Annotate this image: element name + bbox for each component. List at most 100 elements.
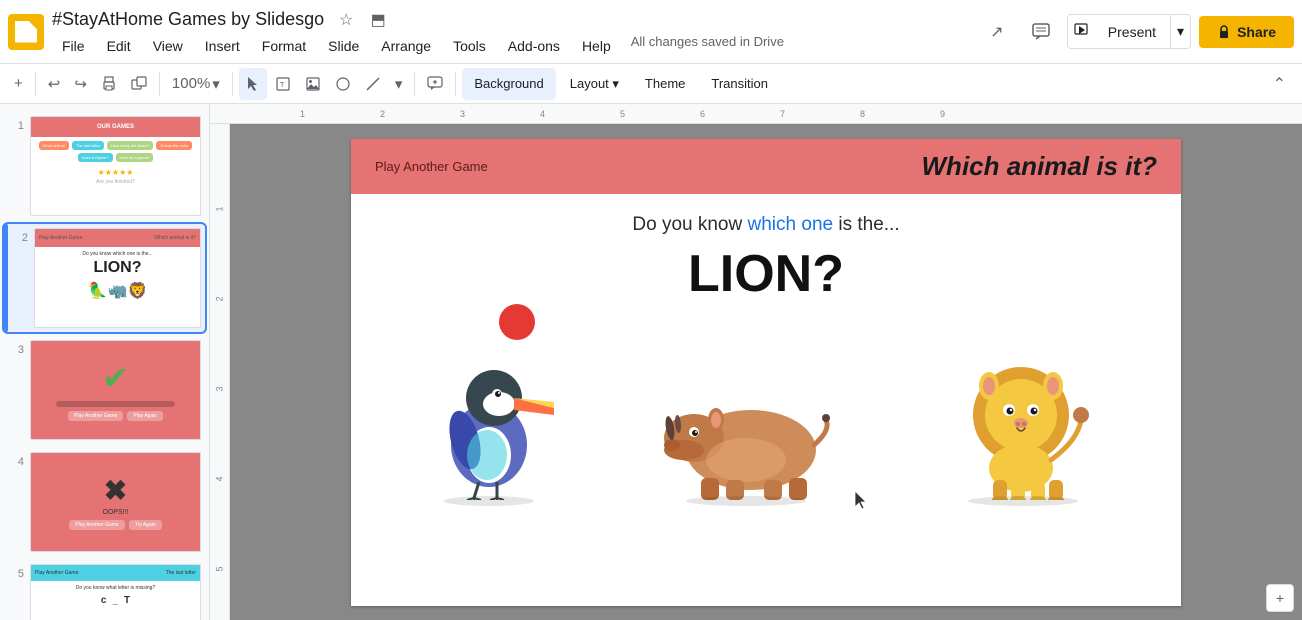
move-to-drive-button[interactable]: ⬒ (364, 6, 392, 34)
lion-animal (933, 350, 1113, 506)
slide-num-3: 3 (8, 340, 24, 356)
lion-shadow (968, 496, 1078, 506)
share-button[interactable]: Share (1199, 16, 1294, 48)
present-button[interactable]: Present ▾ (1067, 14, 1191, 49)
toolbar: + ↩ ↪ 100% ▾ T (0, 64, 1302, 104)
slide-header-right-text: Which animal is it? (922, 151, 1157, 182)
line-icon (365, 76, 381, 92)
add-slide-bottom-button[interactable]: + (1266, 584, 1294, 612)
slide-preview-2: Play Another Game Which animal is it? Do… (34, 228, 201, 328)
layout-button[interactable]: Layout ▾ (558, 68, 631, 100)
menu-view[interactable]: View (143, 34, 193, 58)
document-title[interactable]: #StayAtHome Games by Slidesgo (52, 9, 324, 30)
menu-file[interactable]: File (52, 34, 95, 58)
zoom-value: 100% (172, 75, 210, 92)
clone-button[interactable] (125, 68, 153, 100)
comment-add-button[interactable] (421, 68, 449, 100)
slide-num-1: 1 (8, 116, 24, 132)
menu-slide[interactable]: Slide (318, 34, 369, 58)
slide-preview-3: ✔ Play Another Game Play Again (30, 340, 201, 440)
star-button[interactable]: ☆ (332, 6, 360, 34)
toucan-shadow (444, 496, 534, 506)
clone-icon (131, 76, 147, 92)
lion-svg (933, 350, 1113, 500)
title-icons: ☆ ⬒ (332, 6, 392, 34)
animals-row (351, 350, 1181, 506)
share-label: Share (1237, 24, 1276, 40)
slide-header-left-text: Play Another Game (375, 159, 488, 174)
add-icon: + (14, 75, 23, 92)
shape-button[interactable] (329, 68, 357, 100)
shape-icon (335, 76, 351, 92)
slides-panel: 1 OUR GAMES What animal The last letter … (0, 104, 210, 620)
redo-icon: ↪ (74, 75, 87, 93)
redo-button[interactable]: ↪ (68, 68, 93, 100)
zoom-button[interactable]: 100% ▾ (166, 68, 226, 100)
slide-canvas: Play Another Game Which animal is it? Do… (351, 139, 1181, 606)
main-layout: 1 OUR GAMES What animal The last letter … (0, 104, 1302, 620)
ruler-vertical: 1 2 3 4 5 (210, 124, 230, 620)
lock-icon (1217, 25, 1231, 39)
trend-icon: ↗ (990, 22, 1003, 42)
question-highlight: which one (748, 214, 834, 235)
app-icon (8, 14, 44, 50)
bottom-bar: + (1266, 584, 1294, 612)
slide-thumb-4[interactable]: 4 ✖ OOPS!!! Play Another Game Try Again (4, 448, 205, 556)
background-button[interactable]: Background (462, 68, 555, 100)
menu-format[interactable]: Format (252, 34, 316, 58)
svg-text:T: T (280, 82, 285, 89)
slide-num-5: 5 (8, 564, 24, 580)
slide-num-4: 4 (8, 452, 24, 468)
add-comment-icon (427, 76, 443, 92)
slide-header-bar: Play Another Game Which animal is it? (351, 139, 1181, 194)
zoom-arrow: ▾ (212, 75, 220, 93)
toucan-animal (419, 350, 559, 506)
slide-preview-1: OUR GAMES What animal The last letter Ho… (30, 116, 201, 216)
app-icon-shape (15, 21, 37, 43)
present-label[interactable]: Present (1094, 16, 1170, 48)
menu-insert[interactable]: Insert (195, 34, 250, 58)
rhino-shadow (686, 496, 806, 506)
title-area: #StayAtHome Games by Slidesgo ☆ ⬒ File E… (52, 6, 979, 58)
add-slide-icon: + (1276, 590, 1284, 606)
theme-button[interactable]: Theme (633, 68, 697, 100)
present-icon (1068, 15, 1094, 48)
slide-answer: LION? (688, 244, 844, 304)
divider-5 (455, 72, 456, 96)
collapse-toolbar-button[interactable]: ⌃ (1265, 70, 1294, 98)
menu-addons[interactable]: Add-ons (498, 34, 570, 58)
slide-thumb-3[interactable]: 3 ✔ Play Another Game Play Again (4, 336, 205, 444)
canvas-area: 1 2 3 4 5 6 7 8 9 1 2 3 4 5 Play Another… (210, 104, 1302, 620)
rhino-svg (656, 350, 836, 500)
slide-thumb-1[interactable]: 1 OUR GAMES What animal The last letter … (4, 112, 205, 220)
line-button[interactable] (359, 68, 387, 100)
menu-arrange[interactable]: Arrange (371, 34, 441, 58)
add-button[interactable]: + (8, 68, 29, 100)
trend-button[interactable]: ↗ (979, 14, 1015, 50)
text-box-button[interactable]: T (269, 68, 297, 100)
print-button[interactable] (95, 68, 123, 100)
comments-button[interactable] (1023, 14, 1059, 50)
line-type-button[interactable]: ▾ (389, 68, 409, 100)
divider-1 (35, 72, 36, 96)
menu-tools[interactable]: Tools (443, 34, 496, 58)
red-ball (499, 304, 535, 340)
slide-thumb-5[interactable]: 5 Play Another Game The last letter Do y… (4, 560, 205, 620)
autosave-status: All changes saved in Drive (631, 34, 784, 58)
divider-3 (232, 72, 233, 96)
top-bar: #StayAtHome Games by Slidesgo ☆ ⬒ File E… (0, 0, 1302, 64)
rhino-animal (656, 350, 836, 506)
menu-help[interactable]: Help (572, 34, 621, 58)
image-button[interactable] (299, 68, 327, 100)
slide-preview-5: Play Another Game The last letter Do you… (30, 564, 201, 620)
slide-body: Do you know which one is the... LION? (351, 194, 1181, 340)
print-icon (101, 76, 117, 92)
slide-thumb-2[interactable]: 2 Play Another Game Which animal is it? … (4, 224, 205, 332)
image-icon (305, 76, 321, 92)
divider-2 (159, 72, 160, 96)
present-dropdown-arrow[interactable]: ▾ (1170, 15, 1190, 48)
menu-edit[interactable]: Edit (97, 34, 141, 58)
select-tool-button[interactable] (239, 68, 267, 100)
transition-button[interactable]: Transition (699, 68, 780, 100)
undo-button[interactable]: ↩ (42, 68, 67, 100)
